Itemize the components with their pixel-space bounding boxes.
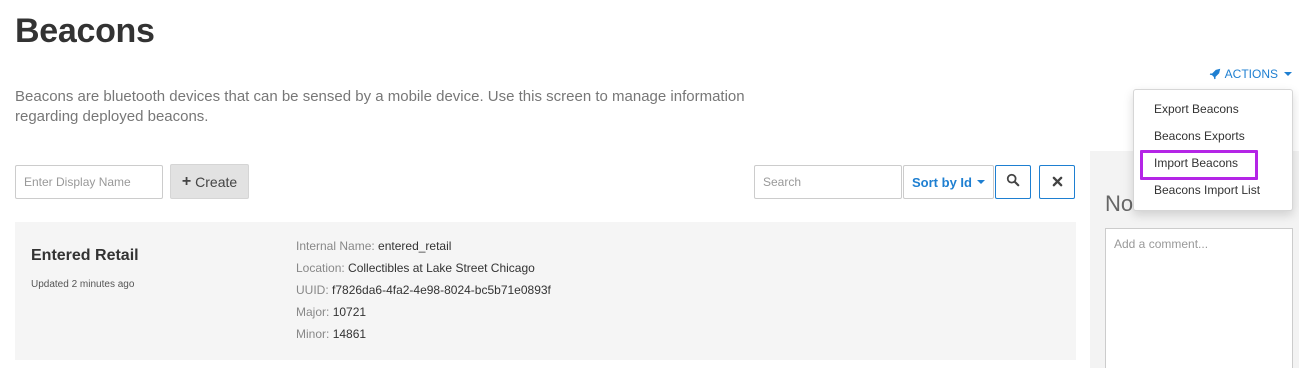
notes-comment-field[interactable] bbox=[1105, 228, 1293, 368]
sort-dropdown-button[interactable]: Sort by Id bbox=[903, 165, 994, 199]
close-icon bbox=[1052, 174, 1063, 191]
menu-item-beacons-exports[interactable]: Beacons Exports bbox=[1134, 123, 1292, 150]
menu-item-import-beacons[interactable]: Import Beacons bbox=[1134, 150, 1292, 180]
actions-label: ACTIONS bbox=[1224, 67, 1278, 81]
detail-major: Major: 10721 bbox=[296, 302, 551, 324]
detail-minor: Minor: 14861 bbox=[296, 324, 551, 346]
menu-item-import-beacons-label: Import Beacons bbox=[1154, 156, 1239, 170]
beacon-card[interactable]: Entered Retail Updated 2 minutes ago Int… bbox=[15, 222, 1076, 360]
detail-uuid: UUID: f7826da6-4fa2-4e98-8024-bc5b71e089… bbox=[296, 280, 551, 302]
actions-dropdown-toggle[interactable]: ACTIONS bbox=[1209, 67, 1292, 81]
detail-label: UUID: bbox=[296, 283, 329, 297]
toolbar: + Create Sort by Id bbox=[15, 164, 1076, 200]
detail-value: f7826da6-4fa2-4e98-8024-bc5b71e0893f bbox=[332, 283, 551, 297]
detail-value: Collectibles at Lake Street Chicago bbox=[348, 261, 535, 275]
rocket-icon bbox=[1209, 68, 1221, 80]
detail-label: Location: bbox=[296, 261, 345, 275]
search-input[interactable] bbox=[754, 165, 902, 199]
sort-label: Sort by Id bbox=[912, 174, 972, 190]
create-button[interactable]: + Create bbox=[170, 164, 249, 199]
page-description: Beacons are bluetooth devices that can b… bbox=[15, 88, 745, 125]
detail-value: entered_retail bbox=[378, 239, 452, 253]
detail-label: Internal Name: bbox=[296, 239, 375, 253]
search-button[interactable] bbox=[995, 165, 1031, 199]
menu-item-export-beacons[interactable]: Export Beacons bbox=[1134, 96, 1292, 123]
detail-internal-name: Internal Name: entered_retail bbox=[296, 236, 551, 258]
create-button-label: Create bbox=[195, 173, 238, 190]
beacon-name[interactable]: Entered Retail bbox=[31, 247, 139, 265]
plus-icon: + bbox=[181, 172, 192, 190]
detail-value: 14861 bbox=[332, 327, 367, 341]
search-icon bbox=[1006, 173, 1020, 192]
menu-item-beacons-import-list[interactable]: Beacons Import List bbox=[1134, 177, 1292, 204]
detail-value: 10721 bbox=[332, 305, 367, 319]
page-title: Beacons bbox=[15, 12, 155, 50]
actions-dropdown-menu: Export Beacons Beacons Exports Import Be… bbox=[1133, 89, 1293, 211]
display-name-input[interactable] bbox=[15, 165, 163, 199]
detail-label: Minor: bbox=[296, 327, 330, 341]
beacon-details: Internal Name: entered_retail Location: … bbox=[296, 236, 551, 346]
caret-down-icon bbox=[1284, 72, 1292, 76]
detail-location: Location: Collectibles at Lake Street Ch… bbox=[296, 258, 551, 280]
detail-label: Major: bbox=[296, 305, 330, 319]
caret-down-icon bbox=[976, 180, 985, 184]
clear-search-button[interactable] bbox=[1039, 165, 1075, 199]
beacon-updated-time: Updated 2 minutes ago bbox=[31, 279, 135, 290]
